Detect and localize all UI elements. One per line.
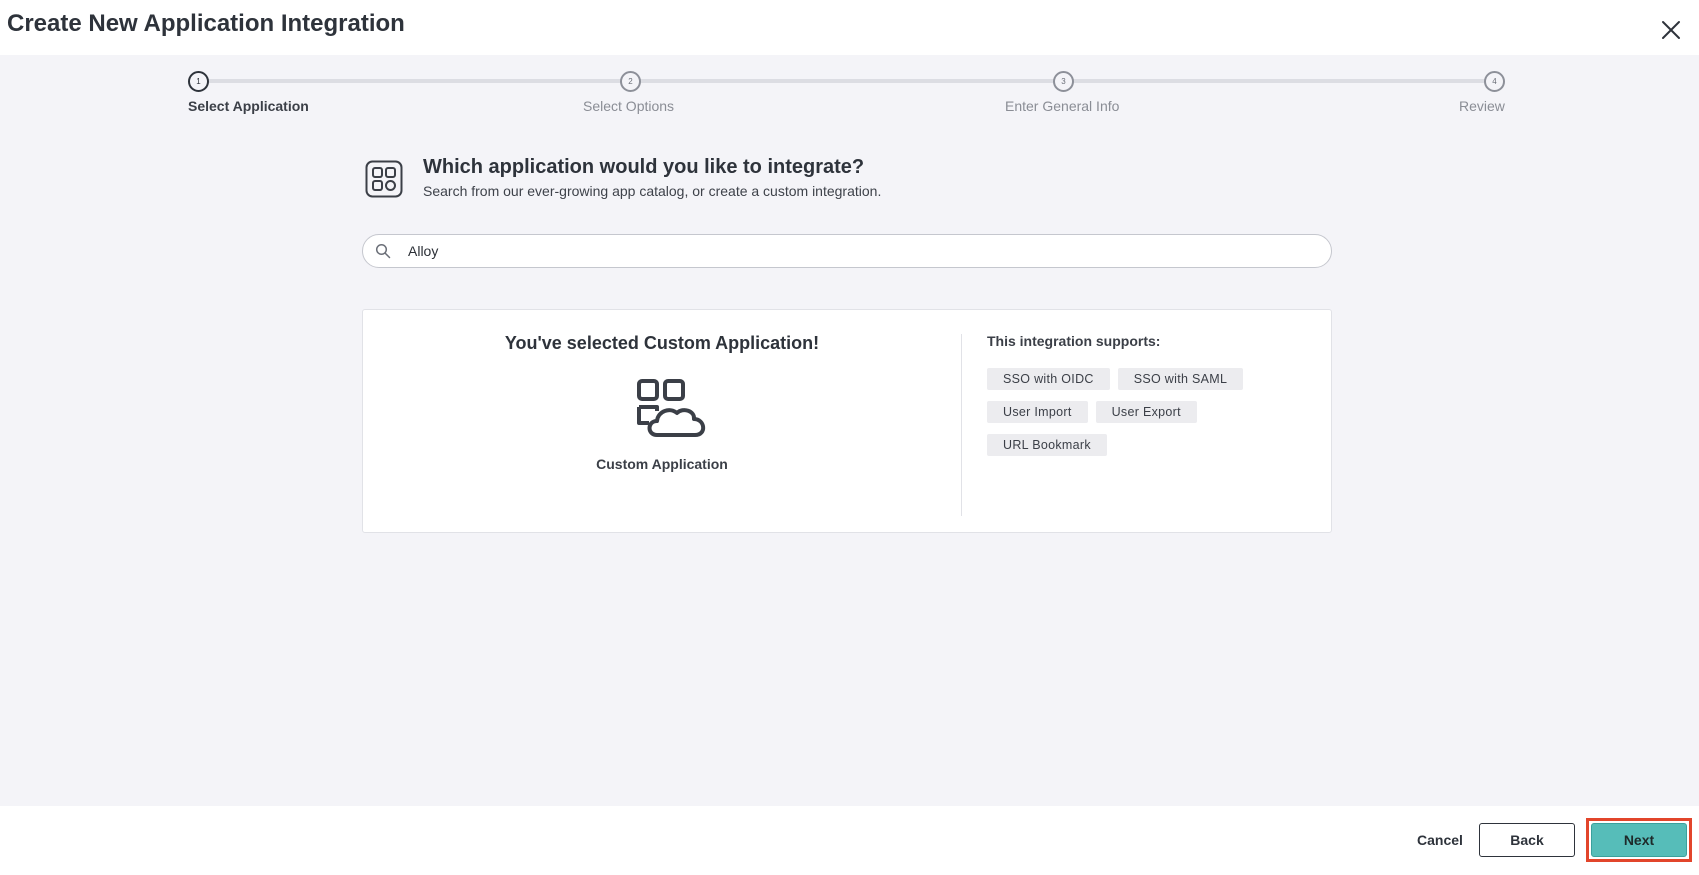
supports-title: This integration supports:	[987, 333, 1161, 349]
stepper: 1 Select Application 2 Select Options 3 …	[0, 55, 1699, 125]
modal: Create New Application Integration 1 Sel…	[0, 0, 1699, 875]
app-catalog-icon	[365, 160, 403, 198]
tag-sso-saml: SSO with SAML	[1117, 368, 1244, 390]
next-button[interactable]: Next	[1591, 823, 1687, 857]
step-number: 4	[1484, 71, 1505, 92]
question-subtitle: Search from our ever-growing app catalog…	[423, 183, 882, 199]
step-label: Review	[1459, 98, 1505, 114]
step-number: 2	[620, 71, 641, 92]
tag-url-bookmark: URL Bookmark	[987, 434, 1107, 456]
supports-panel: This integration supports: SSO with OIDC…	[987, 310, 1327, 532]
step-number: 1	[188, 71, 209, 92]
step-label: Enter General Info	[1005, 98, 1120, 114]
stepper-track	[198, 79, 1495, 83]
step-label: Select Options	[583, 98, 675, 114]
selection-card: You've selected Custom Application! Cust…	[362, 309, 1332, 533]
custom-application-label: Custom Application	[596, 456, 728, 472]
search-field[interactable]	[362, 234, 1332, 268]
selected-app-panel: You've selected Custom Application! Cust…	[363, 310, 961, 532]
search-icon	[375, 243, 391, 259]
tag-user-import: User Import	[987, 401, 1088, 423]
page-title: Create New Application Integration	[7, 10, 405, 37]
question-title: Which application would you like to inte…	[423, 156, 865, 178]
step-number: 3	[1053, 71, 1074, 92]
modal-header: Create New Application Integration	[0, 0, 1699, 55]
back-button[interactable]: Back	[1479, 823, 1575, 857]
card-divider	[961, 334, 962, 516]
close-button[interactable]	[1660, 19, 1682, 41]
selected-app-title: You've selected Custom Application!	[504, 333, 820, 353]
step-label: Select Application	[188, 98, 309, 114]
modal-body: 1 Select Application 2 Select Options 3 …	[0, 55, 1699, 806]
cancel-button[interactable]: Cancel	[1403, 823, 1477, 857]
supports-tags: SSO with OIDC SSO with SAML User Import …	[987, 368, 1287, 456]
tag-user-export: User Export	[1095, 401, 1197, 423]
modal-footer: Cancel Back Next	[0, 806, 1699, 875]
search-input[interactable]	[408, 235, 1308, 267]
tag-sso-oidc: SSO with OIDC	[987, 368, 1110, 390]
custom-application-icon	[637, 379, 706, 437]
close-icon	[1662, 21, 1680, 39]
